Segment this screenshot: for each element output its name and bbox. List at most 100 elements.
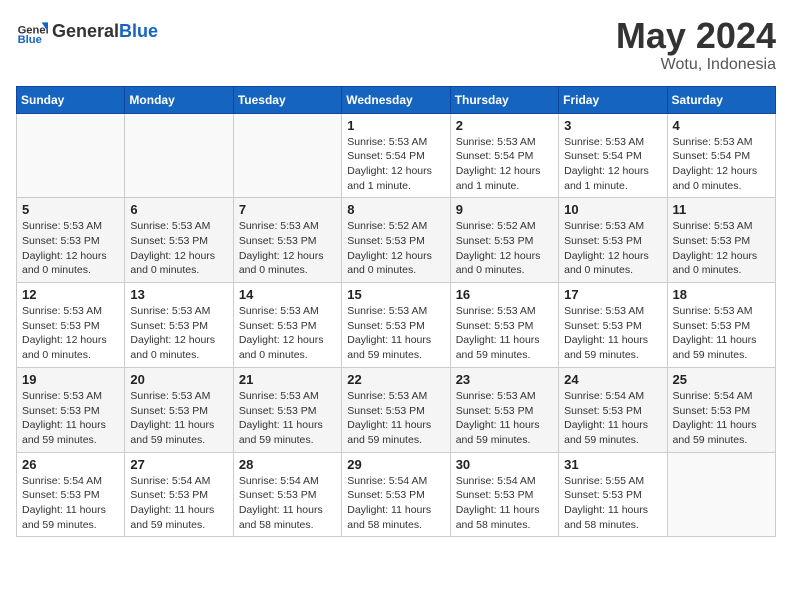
day-number: 5 xyxy=(22,202,119,217)
day-info: Sunrise: 5:53 AMSunset: 5:53 PMDaylight:… xyxy=(673,304,770,363)
calendar-cell: 22 Sunrise: 5:53 AMSunset: 5:53 PMDayligh… xyxy=(342,367,450,452)
calendar-cell: 11Sunrise: 5:53 AMSunset: 5:53 PMDayligh… xyxy=(667,198,775,283)
day-number: 9 xyxy=(456,202,553,217)
day-number: 27 xyxy=(130,457,227,472)
day-number: 22 xyxy=(347,372,444,387)
calendar-week-3: 12 Sunrise: 5:53 AMSunset: 5:53 PMDayligh… xyxy=(17,283,776,368)
calendar-cell: 4 Sunrise: 5:53 AMSunset: 5:54 PMDaylight… xyxy=(667,113,775,198)
day-number: 31 xyxy=(564,457,661,472)
day-info: Sunrise: 5:53 AMSunset: 5:53 PMDaylight:… xyxy=(130,219,227,278)
calendar-cell: 20 Sunrise: 5:53 AMSunset: 5:53 PMDayligh… xyxy=(125,367,233,452)
calendar-cell: 6 Sunrise: 5:53 AMSunset: 5:53 PMDaylight… xyxy=(125,198,233,283)
day-number: 20 xyxy=(130,372,227,387)
location: Wotu, Indonesia xyxy=(616,56,776,74)
day-info: Sunrise: 5:54 AMSunset: 5:53 PMDaylight:… xyxy=(239,474,336,533)
day-info: Sunrise: 5:54 AMSunset: 5:53 PMDaylight:… xyxy=(456,474,553,533)
day-number: 1 xyxy=(347,118,444,133)
svg-text:Blue: Blue xyxy=(18,34,42,46)
day-info: Sunrise: 5:53 AMSunset: 5:54 PMDaylight:… xyxy=(347,135,444,194)
day-number: 17 xyxy=(564,287,661,302)
day-number: 8 xyxy=(347,202,444,217)
day-number: 18 xyxy=(673,287,770,302)
day-info: Sunrise: 5:53 AMSunset: 5:54 PMDaylight:… xyxy=(456,135,553,194)
day-info: Sunrise: 5:54 AMSunset: 5:53 PMDaylight:… xyxy=(347,474,444,533)
day-info: Sunrise: 5:53 AMSunset: 5:53 PMDaylight:… xyxy=(456,389,553,448)
title-block: May 2024 Wotu, Indonesia xyxy=(616,16,776,74)
day-info: Sunrise: 5:53 AMSunset: 5:53 PMDaylight:… xyxy=(239,304,336,363)
day-info: Sunrise: 5:53 AMSunset: 5:53 PMDaylight:… xyxy=(239,389,336,448)
day-info: Sunrise: 5:53 AMSunset: 5:53 PMDaylight:… xyxy=(22,219,119,278)
day-number: 7 xyxy=(239,202,336,217)
weekday-header-wednesday: Wednesday xyxy=(342,86,450,113)
day-info: Sunrise: 5:53 AMSunset: 5:53 PMDaylight:… xyxy=(347,304,444,363)
day-number: 19 xyxy=(22,372,119,387)
logo-icon: General Blue xyxy=(16,16,48,48)
day-info: Sunrise: 5:54 AMSunset: 5:53 PMDaylight:… xyxy=(22,474,119,533)
calendar-cell: 30 Sunrise: 5:54 AMSunset: 5:53 PMDayligh… xyxy=(450,452,558,537)
calendar-cell: 21 Sunrise: 5:53 AMSunset: 5:53 PMDayligh… xyxy=(233,367,341,452)
calendar-cell: 23 Sunrise: 5:53 AMSunset: 5:53 PMDayligh… xyxy=(450,367,558,452)
day-number: 4 xyxy=(673,118,770,133)
weekday-header-saturday: Saturday xyxy=(667,86,775,113)
calendar-cell: 25 Sunrise: 5:54 AMSunset: 5:53 PMDayligh… xyxy=(667,367,775,452)
day-info: Sunrise: 5:53 AMSunset: 5:53 PMDaylight:… xyxy=(130,389,227,448)
day-info: Sunrise: 5:53 AMSunset: 5:54 PMDaylight:… xyxy=(564,135,661,194)
day-number: 24 xyxy=(564,372,661,387)
day-number: 14 xyxy=(239,287,336,302)
day-info: Sunrise: 5:53 AMSunset: 5:53 PMDaylight:… xyxy=(22,389,119,448)
calendar-week-4: 19 Sunrise: 5:53 AMSunset: 5:53 PMDayligh… xyxy=(17,367,776,452)
day-number: 25 xyxy=(673,372,770,387)
day-number: 23 xyxy=(456,372,553,387)
calendar-cell: 9 Sunrise: 5:52 AMSunset: 5:53 PMDaylight… xyxy=(450,198,558,283)
calendar-cell: 28 Sunrise: 5:54 AMSunset: 5:53 PMDayligh… xyxy=(233,452,341,537)
weekday-header-sunday: Sunday xyxy=(17,86,125,113)
calendar-cell: 3 Sunrise: 5:53 AMSunset: 5:54 PMDaylight… xyxy=(559,113,667,198)
day-info: Sunrise: 5:54 AMSunset: 5:53 PMDaylight:… xyxy=(673,389,770,448)
day-info: Sunrise: 5:53 AMSunset: 5:53 PMDaylight:… xyxy=(673,219,770,278)
day-info: Sunrise: 5:53 AMSunset: 5:53 PMDaylight:… xyxy=(564,304,661,363)
calendar-cell xyxy=(17,113,125,198)
month-title: May 2024 xyxy=(616,16,776,56)
day-info: Sunrise: 5:53 AMSunset: 5:53 PMDaylight:… xyxy=(130,304,227,363)
calendar-cell: 26 Sunrise: 5:54 AMSunset: 5:53 PMDayligh… xyxy=(17,452,125,537)
day-number: 10 xyxy=(564,202,661,217)
calendar-cell: 15 Sunrise: 5:53 AMSunset: 5:53 PMDayligh… xyxy=(342,283,450,368)
calendar-cell: 14 Sunrise: 5:53 AMSunset: 5:53 PMDayligh… xyxy=(233,283,341,368)
calendar-cell: 8Sunrise: 5:52 AMSunset: 5:53 PMDaylight… xyxy=(342,198,450,283)
calendar-week-5: 26 Sunrise: 5:54 AMSunset: 5:53 PMDayligh… xyxy=(17,452,776,537)
day-number: 26 xyxy=(22,457,119,472)
day-info: Sunrise: 5:53 AMSunset: 5:53 PMDaylight:… xyxy=(347,389,444,448)
day-info: Sunrise: 5:54 AMSunset: 5:53 PMDaylight:… xyxy=(130,474,227,533)
weekday-header-tuesday: Tuesday xyxy=(233,86,341,113)
calendar-cell xyxy=(667,452,775,537)
day-info: Sunrise: 5:54 AMSunset: 5:53 PMDaylight:… xyxy=(564,389,661,448)
day-number: 12 xyxy=(22,287,119,302)
calendar-cell: 19 Sunrise: 5:53 AMSunset: 5:53 PMDayligh… xyxy=(17,367,125,452)
day-number: 29 xyxy=(347,457,444,472)
day-number: 28 xyxy=(239,457,336,472)
calendar-cell: 18 Sunrise: 5:53 AMSunset: 5:53 PMDayligh… xyxy=(667,283,775,368)
page-header: General Blue GeneralBlue May 2024 Wotu, … xyxy=(16,16,776,74)
logo-general-text: General xyxy=(52,21,119,41)
logo: General Blue GeneralBlue xyxy=(16,16,158,48)
day-info: Sunrise: 5:52 AMSunset: 5:53 PMDaylight:… xyxy=(456,219,553,278)
day-info: Sunrise: 5:53 AMSunset: 5:53 PMDaylight:… xyxy=(564,219,661,278)
day-number: 30 xyxy=(456,457,553,472)
day-number: 6 xyxy=(130,202,227,217)
day-number: 3 xyxy=(564,118,661,133)
weekday-header-friday: Friday xyxy=(559,86,667,113)
logo-blue-text: Blue xyxy=(119,21,158,41)
day-info: Sunrise: 5:53 AMSunset: 5:53 PMDaylight:… xyxy=(456,304,553,363)
calendar-cell: 2Sunrise: 5:53 AMSunset: 5:54 PMDaylight… xyxy=(450,113,558,198)
calendar-table: SundayMondayTuesdayWednesdayThursdayFrid… xyxy=(16,86,776,538)
calendar-week-2: 5 Sunrise: 5:53 AMSunset: 5:53 PMDaylight… xyxy=(17,198,776,283)
day-info: Sunrise: 5:53 AMSunset: 5:54 PMDaylight:… xyxy=(673,135,770,194)
day-number: 15 xyxy=(347,287,444,302)
weekday-header-row: SundayMondayTuesdayWednesdayThursdayFrid… xyxy=(17,86,776,113)
day-number: 16 xyxy=(456,287,553,302)
day-info: Sunrise: 5:53 AMSunset: 5:53 PMDaylight:… xyxy=(239,219,336,278)
calendar-cell xyxy=(125,113,233,198)
weekday-header-thursday: Thursday xyxy=(450,86,558,113)
day-info: Sunrise: 5:55 AMSunset: 5:53 PMDaylight:… xyxy=(564,474,661,533)
day-number: 21 xyxy=(239,372,336,387)
